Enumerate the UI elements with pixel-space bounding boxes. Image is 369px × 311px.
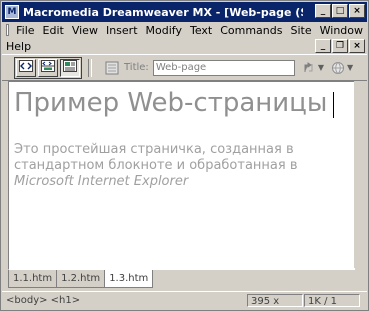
download-time-text: 1K / 1 sec — [308, 296, 338, 310]
preview-dropdown-icon[interactable]: ▼ — [347, 63, 353, 72]
split-view-icon — [41, 60, 55, 75]
doc-close-button[interactable]: × — [349, 39, 365, 53]
document-title-input[interactable] — [152, 59, 295, 76]
design-view-icon — [63, 60, 77, 75]
title-label: Title: — [124, 62, 149, 73]
design-view-canvas[interactable]: Пример Web-страницы Это простейшая стран… — [8, 81, 355, 270]
window-size-text: 395 x 214 — [251, 296, 280, 310]
document-icon[interactable] — [6, 24, 10, 36]
file-management-dropdown-icon[interactable]: ▼ — [318, 63, 324, 72]
window-controls: _ □ × — [315, 4, 365, 18]
dreamweaver-app-icon[interactable]: M — [5, 5, 19, 19]
design-view-button[interactable] — [60, 58, 80, 77]
minimize-button[interactable]: _ — [315, 4, 331, 18]
document-tabs: 1.1.htm 1.2.htm 1.3.htm — [8, 270, 154, 288]
document-window-controls: _ ❐ × — [315, 39, 365, 53]
menu-site[interactable]: Site — [287, 24, 316, 37]
download-time-panel: 1K / 1 sec — [304, 294, 360, 310]
menu-bar: File Edit View Insert Modify Text Comman… — [2, 22, 367, 54]
tag-selector[interactable]: <body> <h1> — [6, 295, 80, 306]
tab-1-2[interactable]: 1.2.htm — [56, 270, 106, 288]
code-view-icon — [19, 60, 33, 75]
page-heading[interactable]: Пример Web-страницы — [14, 88, 327, 118]
menu-insert[interactable]: Insert — [102, 24, 142, 37]
code-view-button[interactable] — [16, 58, 36, 77]
maximize-button[interactable]: □ — [332, 4, 348, 18]
menu-view[interactable]: View — [68, 24, 102, 37]
menu-text[interactable]: Text — [186, 24, 216, 37]
tab-1-3[interactable]: 1.3.htm — [104, 270, 154, 288]
vertical-scrollbar[interactable] — [354, 81, 366, 268]
menu-window[interactable]: Window — [316, 24, 367, 37]
title-bar[interactable]: M Macromedia Dreamweaver MX - [Web-page … — [2, 2, 367, 22]
doc-minimize-button[interactable]: _ — [315, 39, 331, 53]
menu-file[interactable]: File — [12, 24, 38, 37]
toolbar-separator — [88, 58, 92, 77]
view-switcher — [14, 56, 82, 79]
page-properties-icon[interactable] — [104, 60, 120, 76]
window-title: Macromedia Dreamweaver MX - [Web-page (S… — [23, 5, 303, 19]
preview-in-browser-icon[interactable] — [330, 60, 346, 76]
window-size-panel[interactable]: 395 x 214 ▾ — [247, 294, 303, 310]
file-management-icon[interactable] — [301, 60, 317, 76]
paragraph-italic-text: Microsoft Internet Explorer — [14, 174, 189, 189]
menu-edit[interactable]: Edit — [39, 24, 68, 37]
close-button[interactable]: × — [349, 4, 365, 18]
app-window: M Macromedia Dreamweaver MX - [Web-page … — [0, 0, 369, 311]
doc-restore-button[interactable]: ❐ — [332, 39, 348, 53]
document-toolbar: Title: ▼ ▼ — [2, 54, 367, 81]
text-cursor — [333, 92, 334, 118]
page-paragraph[interactable]: Это простейшая страничка, созданная в ст… — [14, 142, 334, 190]
menu-commands[interactable]: Commands — [216, 24, 286, 37]
menu-modify[interactable]: Modify — [142, 24, 186, 37]
menu-help[interactable]: Help — [2, 40, 35, 53]
tab-1-1[interactable]: 1.1.htm — [8, 270, 58, 288]
paragraph-text: Это простейшая страничка, созданная в ст… — [14, 142, 298, 173]
status-bar: <body> <h1> 395 x 214 ▾ 1K / 1 sec — [2, 291, 367, 310]
split-view-button[interactable] — [38, 58, 58, 77]
